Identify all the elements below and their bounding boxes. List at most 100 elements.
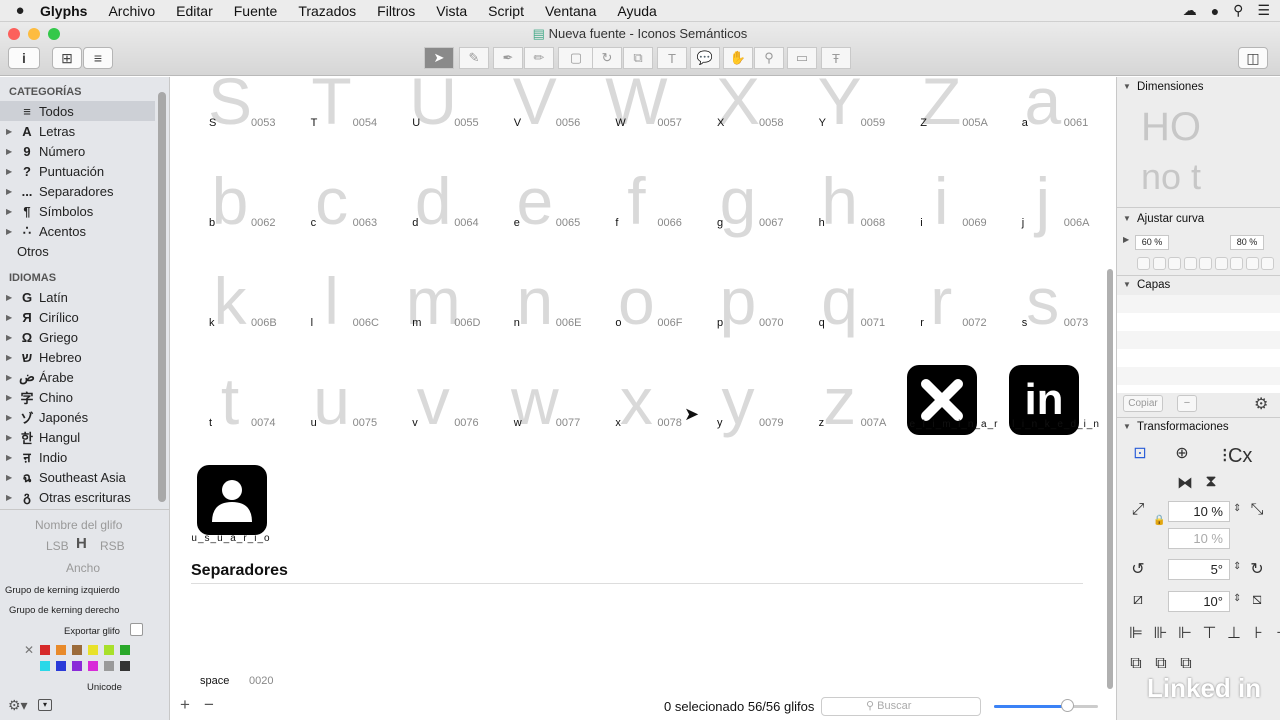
glyph-cell-r[interactable]: r r 0072 [890, 263, 992, 363]
menu-filtros[interactable]: Filtros [377, 3, 415, 19]
slant-left-icon[interactable]: ⧄ [1127, 591, 1149, 609]
curve-preset-button[interactable] [1214, 257, 1228, 270]
transforms-header[interactable]: Transformaciones [1117, 417, 1280, 437]
scale-y-input[interactable]: 10 % [1168, 528, 1230, 549]
sidebar-item-latin[interactable]: ▶ G Latín [0, 287, 155, 307]
notification-icon[interactable]: ● [1211, 3, 1219, 19]
sidebar-item-puntuacion[interactable]: ▶? Puntuación [0, 161, 155, 181]
glyph-cell-x[interactable]: x x 0078 [585, 363, 687, 463]
intersect-icon[interactable]: ⧉ [1175, 655, 1197, 673]
sidebar-item-letras[interactable]: ▶ A Letras [0, 121, 155, 141]
text-edit-tool-icon[interactable]: Ŧ [821, 47, 851, 69]
grid-view-button[interactable]: ⊞ [52, 47, 82, 69]
scale-stepper[interactable]: ⇕ [1233, 503, 1241, 514]
unicode-field[interactable]: Unicode [87, 682, 122, 693]
menu-archivo[interactable]: Archivo [108, 3, 155, 19]
curve-preset-button[interactable] [1245, 257, 1259, 270]
disclosure-triangle-icon[interactable]: ▶ [6, 453, 16, 462]
glyph-name[interactable]: space [200, 675, 229, 687]
curve-preset-button[interactable] [1230, 257, 1243, 270]
color-swatch[interactable] [120, 645, 130, 655]
union-icon[interactable]: ⧉ [1125, 655, 1147, 673]
glyph-cell-c[interactable]: c c 0063 [281, 163, 383, 263]
rotate-input[interactable]: 5° [1168, 559, 1230, 580]
disclosure-triangle-icon[interactable]: ▶ [6, 413, 16, 422]
align-icon[interactable]: ⊥ [1223, 623, 1245, 643]
glyph-cell-V[interactable]: V V 0056 [484, 77, 586, 163]
scale-icon[interactable]: ⤢ [1127, 501, 1149, 519]
view-options-icon[interactable]: ▾ [38, 699, 52, 711]
sidebar-item-numero[interactable]: ▶ 9 Número [0, 141, 155, 161]
rotate-right-icon[interactable]: ↻ [1246, 559, 1268, 579]
align-icon[interactable]: ⊪ [1150, 623, 1172, 643]
curve-preset-button[interactable] [1152, 257, 1166, 270]
sidebar-item-southeast-asia[interactable]: ▶ ฉ Southeast Asia [0, 467, 155, 487]
menu-ventana[interactable]: Ventana [545, 3, 596, 19]
glyph-cell-u[interactable]: u u 0075 [281, 363, 383, 463]
copy-button[interactable]: Copiar [1123, 395, 1163, 412]
menu-fuente[interactable]: Fuente [234, 3, 278, 19]
glyph-cell-y[interactable]: y y 0079 [687, 363, 789, 463]
glyph-cell-a[interactable]: a a 0061 [992, 77, 1094, 163]
zoom-tool-icon[interactable]: ⚲ [754, 47, 784, 69]
flip-vertical-icon[interactable]: ⧗ [1200, 473, 1222, 491]
sidebar-item-todos[interactable]: ≡ Todos [0, 101, 155, 121]
sidebar-item-acentos[interactable]: ▶ ∴ Acentos [0, 221, 155, 241]
lock-icon[interactable]: 🔒 [1153, 515, 1165, 526]
remove-layer-button[interactable]: − [1177, 395, 1197, 412]
origin-center-icon[interactable]: ⊕ [1171, 443, 1193, 463]
select-tool-icon[interactable]: ➤ [424, 47, 454, 69]
disclosure-triangle-icon[interactable]: ▶ [6, 227, 16, 236]
disclosure-triangle-icon[interactable]: ▶ [1123, 235, 1129, 244]
glyph-cell-z[interactable]: z z 007A [789, 363, 891, 463]
curve-preset-button[interactable] [1183, 257, 1197, 270]
apply-scale-icon[interactable]: ⤡ [1246, 501, 1268, 519]
color-swatch[interactable] [88, 645, 98, 655]
glyph-cell-w[interactable]: w w 0077 [484, 363, 586, 463]
glyph-cell-v[interactable]: v v 0076 [382, 363, 484, 463]
disclosure-triangle-icon[interactable]: ▶ [6, 333, 16, 342]
disclosure-triangle-icon[interactable]: ▶ [6, 167, 16, 176]
color-swatch[interactable] [72, 645, 82, 655]
color-swatch[interactable] [104, 645, 114, 655]
list-menu-icon[interactable]: ☰ [1257, 2, 1270, 19]
rotate-tool-icon[interactable]: ↻ [592, 47, 622, 69]
search-input[interactable]: ⚲ Buscar [821, 697, 981, 716]
spotlight-search-icon[interactable]: ⚲ [1233, 2, 1243, 19]
curve-preset-button[interactable] [1168, 257, 1181, 270]
glyph-cell-Z[interactable]: Z Z 005A [890, 77, 992, 163]
glyph-cell-s[interactable]: s s 0073 [992, 263, 1094, 363]
menu-editar[interactable]: Editar [176, 3, 213, 19]
disclosure-triangle-icon[interactable]: ▶ [6, 207, 16, 216]
zoom-slider-track[interactable] [994, 705, 1098, 708]
slant-right-icon[interactable]: ⧅ [1246, 591, 1268, 609]
color-swatch[interactable] [88, 661, 98, 671]
disclosure-triangle-icon[interactable]: ▶ [6, 493, 16, 502]
rsb-field[interactable]: RSB [100, 539, 125, 553]
pen-select-tool-icon[interactable]: ✎ [459, 47, 489, 69]
sidebar-item-cirilico[interactable]: ▶ Я Cirílico [0, 307, 155, 327]
disclosure-triangle-icon[interactable]: ▶ [6, 127, 16, 136]
glyph-cell-j[interactable]: j j 006A [992, 163, 1094, 263]
sidebar-item-indio[interactable]: ▶ ऩ Indio [0, 447, 155, 467]
sidebar-scrollbar[interactable] [158, 92, 166, 502]
pencil-tool-icon[interactable]: ✏ [524, 47, 554, 69]
glyph-cell-f[interactable]: f f 0066 [585, 163, 687, 263]
align-icon[interactable]: ⊦ [1248, 623, 1270, 643]
disclosure-triangle-icon[interactable]: ▶ [6, 187, 16, 196]
sidebar-item-hangul[interactable]: ▶ 한 Hangul [0, 427, 155, 447]
gear-icon[interactable]: ⚙▾ [8, 697, 28, 714]
shape-tool-icon[interactable]: ▢ [558, 47, 594, 69]
glyph-cell-l[interactable]: l l 006C [281, 263, 383, 363]
no-color-icon[interactable]: ✕ [24, 643, 34, 657]
color-swatch[interactable] [56, 661, 66, 671]
glyph-cell-Y[interactable]: Y Y 0059 [789, 77, 891, 163]
disclosure-triangle-icon[interactable]: ▶ [6, 473, 16, 482]
origin-custom-icon[interactable]: ⁝Cx [1209, 443, 1265, 468]
glyph-cell-o[interactable]: o o 006F [585, 263, 687, 363]
color-swatch[interactable] [72, 661, 82, 671]
flip-horizontal-icon[interactable]: ⧓ [1174, 473, 1196, 493]
disclosure-triangle-icon[interactable]: ▶ [6, 313, 16, 322]
glyph-cell-e[interactable]: e e 0065 [484, 163, 586, 263]
sidebar-item-arabe[interactable]: ▶ ض Árabe [0, 367, 155, 387]
